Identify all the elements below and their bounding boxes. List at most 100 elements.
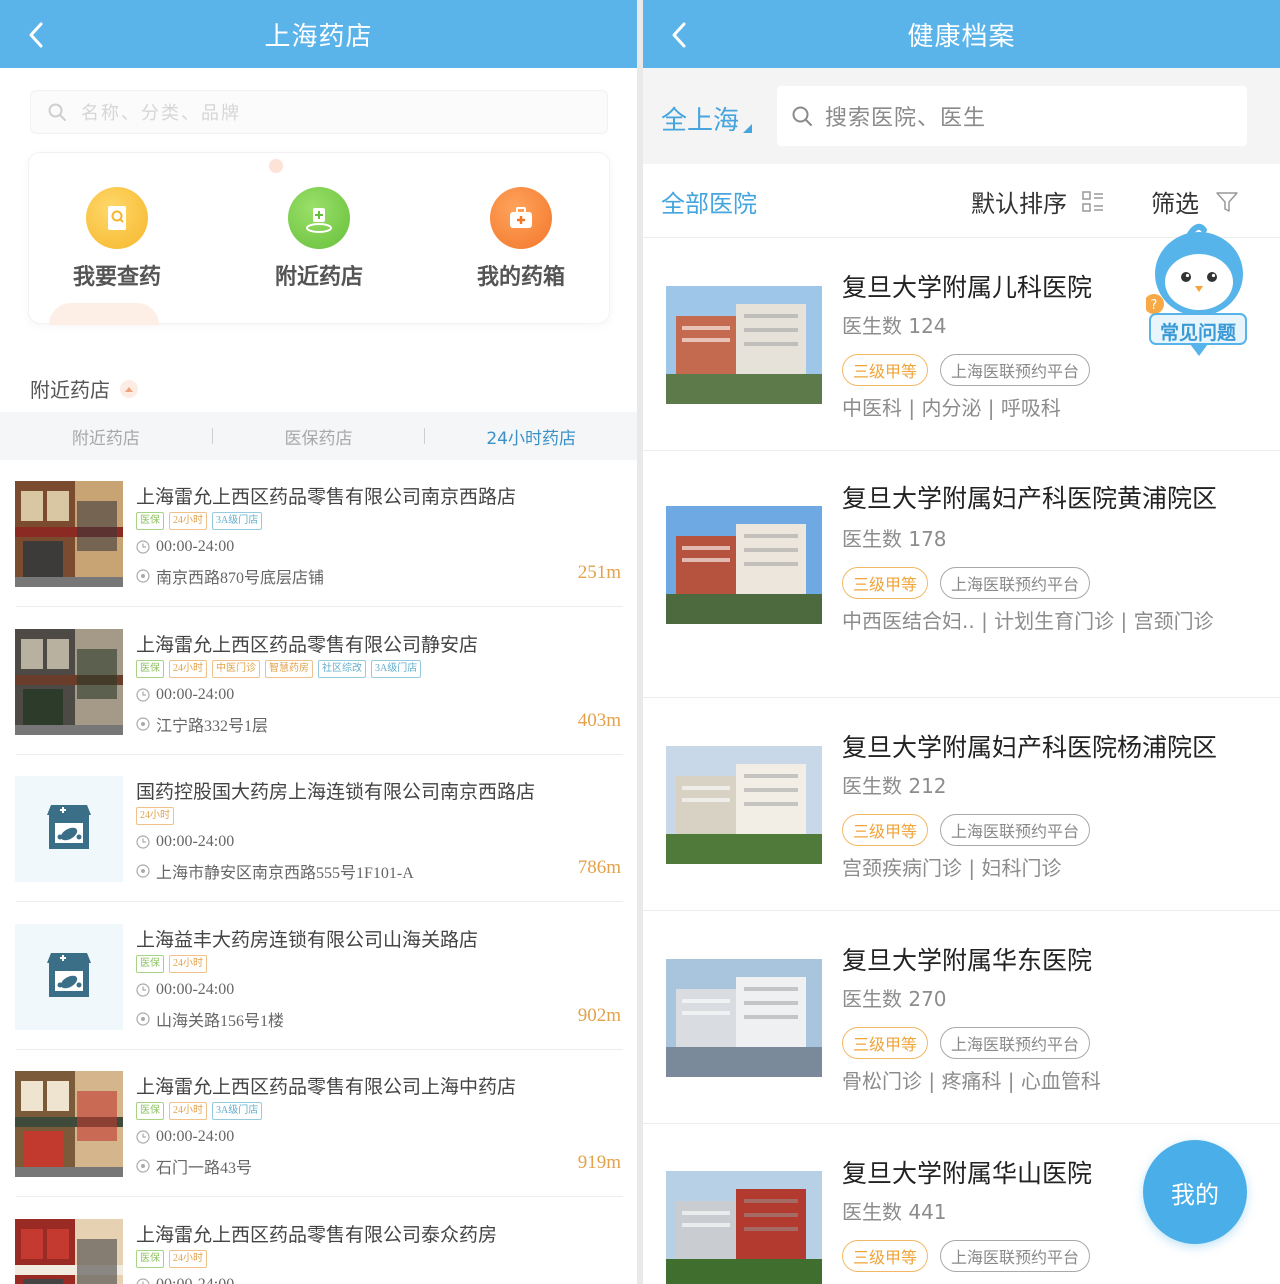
hospital-level-badge: 三级甲等 (842, 814, 929, 846)
pharmacy-tags: 医保 24小时 3A级门店 (136, 1102, 263, 1120)
opening-hours-text: 00:00-24:00 (156, 538, 235, 555)
drug-search-input[interactable]: 名称、分类、品牌 (30, 90, 608, 134)
opening-hours-text: 00:00-24:00 (156, 1275, 235, 1284)
pharmacy-distance: 251m (577, 562, 621, 583)
feature-card: 我要查药 附近药店 我的药箱 (28, 152, 610, 325)
hospital-tags: 三级甲等 上海医联预约平台 (842, 1240, 1091, 1272)
caret-up-icon[interactable] (120, 379, 138, 398)
hospital-photo (666, 286, 822, 404)
pharmacy-tag: 智慧药房 (265, 659, 313, 678)
hospital-search-input[interactable]: 搜索医院、医生 (777, 86, 1247, 146)
pharmacy-list-item[interactable]: 上海益丰大药房连锁有限公司山海关路店 医保 24小时 00:00-24:00 山海关路1… (0, 903, 637, 1050)
hospital-list-item[interactable]: 复旦大学附属华东医院 医生数 270 三级甲等 上海医联预约平台 骨松门诊 | 疼痛科 … (643, 911, 1280, 1124)
my-medicine-kit-button[interactable]: 我的药箱 (441, 187, 601, 291)
location-pin-icon (136, 864, 150, 878)
opening-hours-text: 00:00-24:00 (156, 833, 235, 850)
doctor-count: 医生数 124 (842, 314, 947, 338)
pharmacy-tag: 医保 (136, 1249, 164, 1268)
doctor-count: 医生数 212 (842, 774, 947, 798)
booking-platform-badge: 上海医联预约平台 (940, 354, 1091, 386)
pharmacy-photo (15, 1071, 123, 1177)
search-placeholder: 搜索医院、医生 (825, 106, 987, 131)
faq-mascot-button[interactable]: ? 常见问题 (1144, 222, 1250, 362)
pharmacy-list-item[interactable]: 上海雷允上西区药品零售有限公司泰众药房 医保 24小时 00:00-24:00 (0, 1198, 637, 1284)
hospital-level-badge: 三级甲等 (842, 1027, 929, 1059)
clock-icon (136, 982, 150, 997)
pharmacy-store-icon (15, 776, 123, 882)
pharmacy-store-icon (15, 923, 123, 1030)
pharmacy-screen: 上海药店 名称、分类、品牌 我要查药 附近药店 我的药箱 附近药店 附近药店 医… (0, 0, 637, 1284)
pharmacy-list-item[interactable]: 上海雷允上西区药品零售有限公司静安店 医保 24小时 中医门诊 智慧药房 社区综改 3A级门… (0, 608, 637, 755)
find-drug-button[interactable]: 我要查药 (37, 187, 197, 291)
hospital-photo (666, 959, 822, 1077)
page-title: 健康档案 (907, 22, 1016, 52)
my-profile-fab[interactable]: 我的 (1143, 1140, 1247, 1244)
search-book-icon (86, 187, 148, 249)
clock-icon (136, 835, 150, 849)
pharmacy-list-item[interactable]: 上海雷允上西区药品零售有限公司上海中药店 医保 24小时 3A级门店 00:00-24:… (0, 1050, 637, 1197)
opening-hours: 00:00-24:00 (136, 538, 234, 556)
pharmacy-tag: 24小时 (136, 807, 174, 825)
hospital-list-item[interactable]: 复旦大学附属妇产科医院黄浦院区 医生数 178 三级甲等 上海医联预约平台 中西医结合妇… (643, 451, 1280, 698)
health-header: 健康档案 (643, 0, 1280, 68)
pharmacy-address-text: 上海市静安区南京西路555号1F101-A (156, 865, 414, 882)
opening-hours-text: 00:00-24:00 (156, 685, 235, 703)
city-label: 全上海 (661, 106, 740, 136)
doctor-count: 医生数 441 (842, 1200, 947, 1224)
booking-platform-badge: 上海医联预约平台 (940, 1240, 1091, 1272)
tab-nearby[interactable]: 附近药店 (0, 424, 212, 449)
pharmacy-tag: 社区综改 (318, 659, 366, 678)
pharmacy-list-item[interactable]: 国药控股国大药房上海连锁有限公司南京西路店 24小时 00:00-24:00 上海市静… (0, 755, 637, 902)
feature-label: 附近药店 (274, 265, 363, 290)
section-title-text: 附近药店 (30, 378, 110, 402)
pharmacy-tag: 医保 (136, 512, 164, 530)
pharmacy-tags: 医保 24小时 (136, 954, 207, 973)
medicine-kit-icon (490, 187, 552, 249)
pharmacy-tag: 3A级门店 (212, 1102, 263, 1120)
pharmacy-tags: 24小时 (136, 807, 174, 825)
opening-hours-text: 00:00-24:00 (156, 1128, 235, 1145)
decoration-shape (49, 303, 159, 325)
pharmacy-name: 上海雷允上西区药品零售有限公司南京西路店 (136, 487, 517, 508)
all-hospitals-tab[interactable]: 全部医院 (661, 184, 757, 219)
nearby-pharmacy-button[interactable]: 附近药店 (239, 187, 399, 291)
pharmacy-tags: 医保 24小时 中医门诊 智慧药房 社区综改 3A级门店 (136, 659, 422, 678)
feature-label: 我的药箱 (476, 265, 565, 290)
decoration-dot (269, 159, 283, 173)
pharmacy-tag: 24小时 (169, 659, 207, 678)
hospital-list-item[interactable]: 复旦大学附属妇产科医院杨浦院区 医生数 212 三级甲等 上海医联预约平台 宫颈疾病门诊… (643, 698, 1280, 911)
pharmacy-tag: 3A级门店 (371, 659, 422, 678)
opening-hours: 00:00-24:00 (136, 981, 234, 999)
pharmacy-list-item[interactable]: 上海雷允上西区药品零售有限公司南京西路店 医保 24小时 3A级门店 00:00-24:… (0, 460, 637, 607)
pharmacy-name: 上海雷允上西区药品零售有限公司静安店 (136, 634, 479, 656)
opening-hours-text: 00:00-24:00 (156, 980, 235, 998)
search-placeholder: 名称、分类、品牌 (81, 103, 241, 124)
faq-label: 常见问题 (1159, 322, 1236, 344)
pharmacy-photo (15, 628, 123, 735)
filter-button[interactable]: 筛选 (1151, 184, 1239, 219)
hospital-photo (666, 1171, 822, 1284)
hospital-departments: 中西医结合妇.. | 计划生育门诊 | 宫颈门诊 (842, 609, 1214, 633)
hospital-photo (666, 746, 822, 864)
pharmacy-tag: 中医门诊 (212, 659, 260, 678)
hospital-name: 复旦大学附属华山医院 (842, 1159, 1093, 1188)
sort-button[interactable]: 默认排序 (971, 184, 1105, 219)
hospital-level-badge: 三级甲等 (842, 354, 929, 386)
pharmacy-photo (15, 481, 123, 587)
tab-24h[interactable]: 24小时药店 (425, 424, 637, 449)
pharmacy-tag: 24小时 (169, 1102, 207, 1120)
health-record-screen: 健康档案 全上海 搜索医院、医生 全部医院 默认排序 筛选 复旦大学附属儿科医院… (643, 0, 1280, 1284)
clock-icon (136, 687, 150, 702)
tab-insurance[interactable]: 医保药店 (213, 424, 425, 449)
hospital-level-badge: 三级甲等 (842, 567, 929, 599)
hospital-name: 复旦大学附属儿科医院 (842, 273, 1093, 302)
location-pin-icon (136, 1159, 150, 1173)
pharmacy-tag: 医保 (136, 954, 164, 973)
filter-label: 筛选 (1151, 190, 1199, 218)
city-selector[interactable]: 全上海 (661, 100, 753, 137)
clock-icon (136, 1130, 150, 1144)
pharmacy-distance: 403m (577, 709, 621, 731)
pharmacy-name: 上海雷允上西区药品零售有限公司泰众药房 (136, 1224, 498, 1246)
pharmacy-address: 山海关路156号1楼 (136, 1007, 284, 1031)
doctor-count: 医生数 270 (842, 987, 947, 1011)
